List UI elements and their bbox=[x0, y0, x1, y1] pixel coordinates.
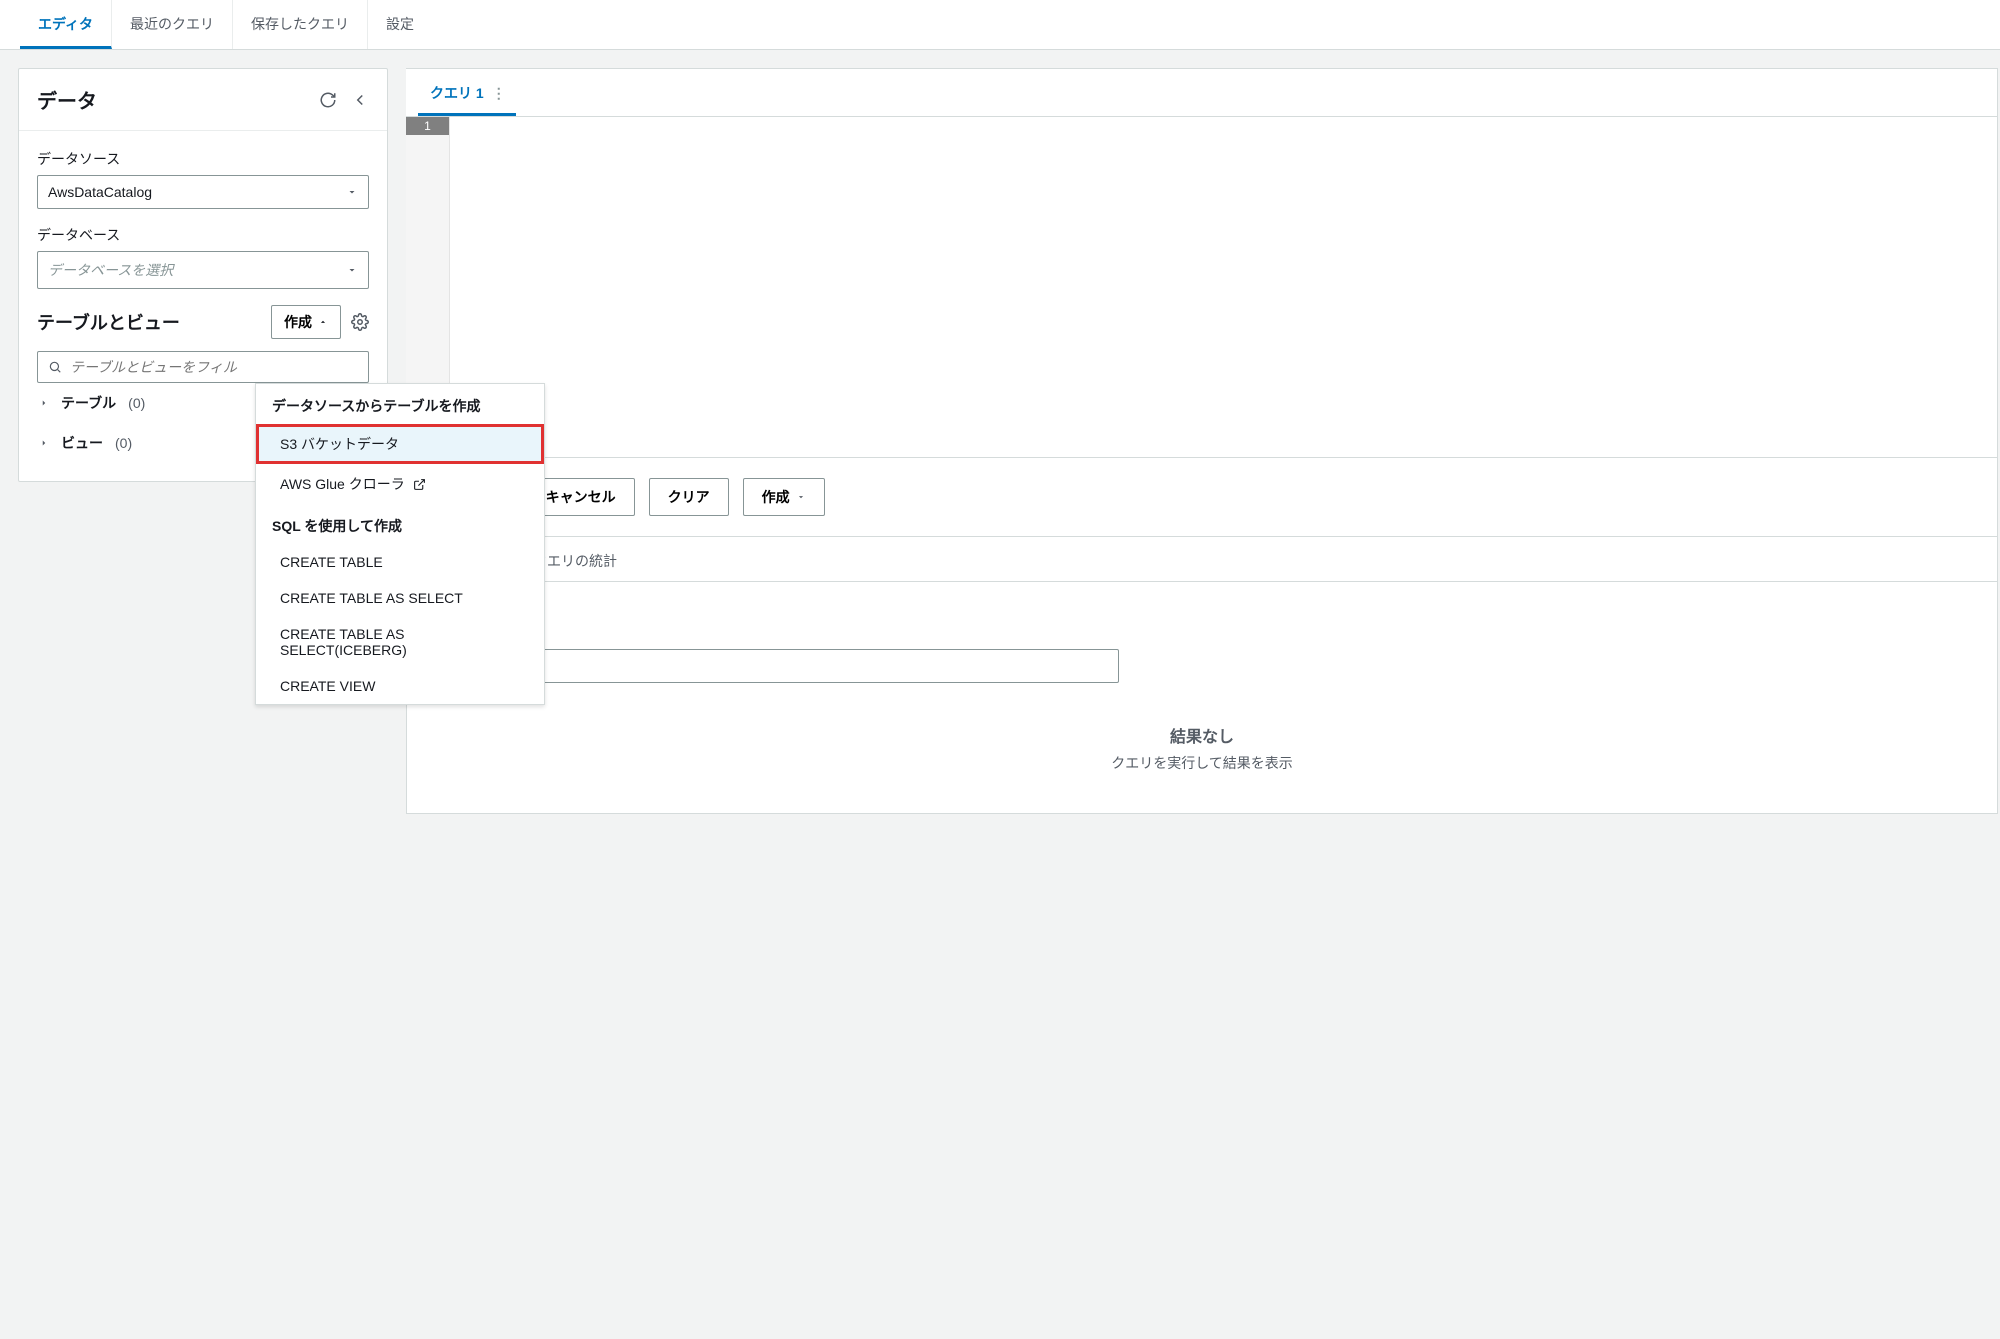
refresh-icon[interactable] bbox=[319, 91, 337, 109]
tab-editor[interactable]: エディタ bbox=[20, 0, 112, 49]
content: データ データソース AwsDataCatalog データベース データベースを… bbox=[0, 50, 2000, 814]
sidebar-title: データ bbox=[37, 85, 97, 114]
create-button[interactable]: 作成 bbox=[271, 305, 341, 339]
tab-recent-queries[interactable]: 最近のクエリ bbox=[112, 0, 233, 49]
database-select[interactable]: データベースを選択 bbox=[37, 251, 369, 289]
result-tabs: クエリの統計 bbox=[407, 537, 1997, 582]
tree-tables-label: テーブル bbox=[61, 393, 116, 413]
tables-views-search-input[interactable] bbox=[70, 359, 358, 375]
editor-textarea[interactable] bbox=[450, 117, 1997, 457]
dd-item-s3-bucket[interactable]: S3 バケットデータ bbox=[256, 424, 544, 464]
caret-right-icon bbox=[39, 438, 49, 448]
query-tabs: クエリ 1 ⋮ bbox=[406, 69, 1997, 117]
tree-tables-count: (0) bbox=[128, 395, 145, 411]
sql-editor: 1 bbox=[406, 117, 1997, 457]
caret-up-icon bbox=[318, 317, 328, 327]
tree-views-count: (0) bbox=[115, 435, 132, 451]
query-tab-1[interactable]: クエリ 1 ⋮ bbox=[418, 69, 516, 116]
query-action-bar: plain キャンセル クリア 作成 bbox=[406, 457, 1997, 536]
caret-down-icon bbox=[346, 186, 358, 198]
caret-right-icon bbox=[39, 398, 49, 408]
caret-down-icon bbox=[796, 492, 806, 502]
query-panel: クエリ 1 ⋮ 1 plain キャンセル クリア 作成 bbox=[406, 68, 1998, 537]
gear-icon[interactable] bbox=[351, 313, 369, 331]
external-link-icon bbox=[413, 478, 426, 491]
tab-menu-icon[interactable]: ⋮ bbox=[492, 85, 504, 102]
results-body: 結果 結果なし クエリを実行して結果を表示 bbox=[407, 582, 1997, 813]
datasource-label: データソース bbox=[37, 149, 369, 169]
empty-subtitle: クエリを実行して結果を表示 bbox=[429, 753, 1975, 773]
dd-item-create-table[interactable]: CREATE TABLE bbox=[256, 544, 544, 580]
empty-title: 結果なし bbox=[429, 723, 1975, 747]
sidebar-header: データ bbox=[19, 69, 387, 131]
dd-section-sql: SQL を使用して作成 bbox=[256, 504, 544, 544]
line-number: 1 bbox=[406, 117, 449, 135]
results-panel: クエリの統計 結果 結果なし クエリを実行して結果を表示 bbox=[406, 537, 1998, 814]
clear-button[interactable]: クリア bbox=[649, 478, 729, 516]
dd-item-glue-label: AWS Glue クローラ bbox=[280, 474, 405, 494]
dd-section-datasource: データソースからテーブルを作成 bbox=[256, 384, 544, 424]
database-label: データベース bbox=[37, 225, 369, 245]
datasource-select[interactable]: AwsDataCatalog bbox=[37, 175, 369, 209]
create-dropdown: データソースからテーブルを作成 S3 バケットデータ AWS Glue クローラ… bbox=[255, 383, 545, 705]
create-query-label: 作成 bbox=[762, 487, 790, 507]
main-panel: クエリ 1 ⋮ 1 plain キャンセル クリア 作成 bbox=[406, 68, 2000, 814]
tree-views-label: ビュー bbox=[61, 433, 103, 453]
dd-item-glue-crawler[interactable]: AWS Glue クローラ bbox=[256, 464, 544, 504]
collapse-icon[interactable] bbox=[351, 91, 369, 109]
results-heading: 結果 bbox=[429, 604, 1975, 633]
top-tabs: エディタ 最近のクエリ 保存したクエリ 設定 bbox=[0, 0, 2000, 50]
search-icon bbox=[48, 360, 62, 374]
tab-settings[interactable]: 設定 bbox=[368, 0, 432, 49]
datasource-value: AwsDataCatalog bbox=[48, 184, 152, 200]
create-query-button[interactable]: 作成 bbox=[743, 478, 825, 516]
query-tab-label: クエリ 1 bbox=[430, 83, 484, 103]
create-button-label: 作成 bbox=[284, 312, 312, 332]
results-empty-state: 結果なし クエリを実行して結果を表示 bbox=[429, 683, 1975, 773]
tables-views-header: テーブルとビュー 作成 bbox=[37, 305, 369, 339]
caret-down-icon bbox=[346, 264, 358, 276]
results-search-input[interactable] bbox=[462, 658, 1108, 674]
tables-views-title: テーブルとビュー bbox=[37, 309, 180, 335]
database-placeholder: データベースを選択 bbox=[48, 260, 173, 280]
dd-item-ctas-iceberg[interactable]: CREATE TABLE AS SELECT(ICEBERG) bbox=[256, 616, 544, 668]
dd-item-create-view[interactable]: CREATE VIEW bbox=[256, 668, 544, 704]
tables-views-search[interactable] bbox=[37, 351, 369, 383]
tab-saved-queries[interactable]: 保存したクエリ bbox=[233, 0, 368, 49]
dd-item-ctas[interactable]: CREATE TABLE AS SELECT bbox=[256, 580, 544, 616]
